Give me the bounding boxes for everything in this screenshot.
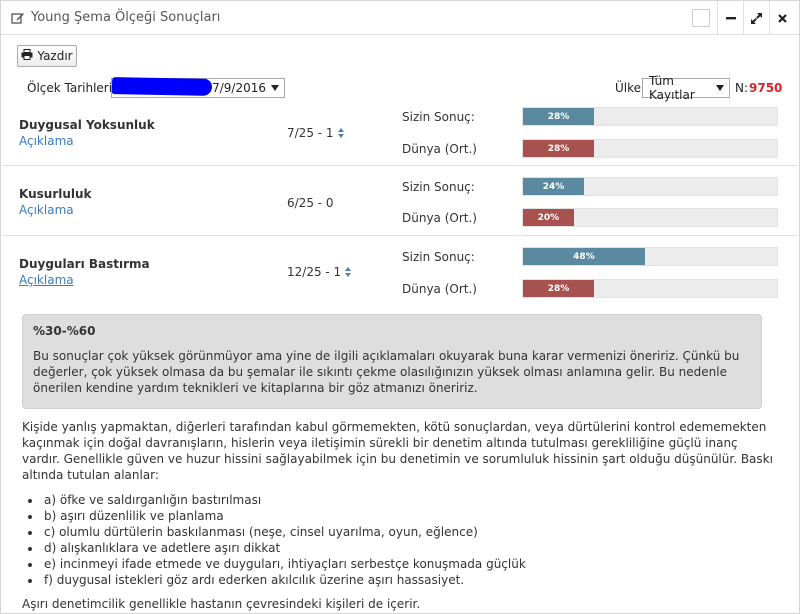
description-link[interactable]: Açıklama bbox=[19, 203, 74, 217]
your-result-fill: 24% bbox=[523, 178, 584, 195]
list-item: f) duygusal istekleri göz ardı ederken a… bbox=[42, 572, 777, 588]
world-avg-label: Dünya (Ort.) bbox=[402, 142, 477, 156]
world-avg-bar: 20% bbox=[522, 208, 778, 227]
close-icon[interactable] bbox=[769, 1, 795, 35]
your-result-label: Sizin Sonuç: bbox=[402, 110, 475, 124]
chevron-down-icon bbox=[716, 85, 724, 91]
chevron-down-icon bbox=[271, 85, 279, 91]
your-result-fill: 28% bbox=[523, 108, 595, 125]
score-text: 7/25 - 1 bbox=[287, 126, 334, 140]
world-avg-label: Dünya (Ort.) bbox=[402, 211, 477, 225]
print-button[interactable]: Yazdır bbox=[17, 45, 77, 67]
results-panel: Young Şema Ölçeği Sonuçları Yazdır Ölçek… bbox=[0, 0, 800, 614]
schema-title: Kusurluluk bbox=[19, 187, 92, 201]
your-result-label: Sizin Sonuç: bbox=[402, 180, 475, 194]
schema-score: 7/25 - 1 bbox=[287, 126, 345, 140]
expand-icon[interactable] bbox=[743, 1, 769, 35]
score-text: 6/25 - 0 bbox=[287, 196, 334, 210]
world-avg-bar: 28% bbox=[522, 139, 778, 158]
world-avg-fill: 28% bbox=[523, 140, 595, 157]
score-text: 12/25 - 1 bbox=[287, 265, 342, 279]
world-avg-fill: 28% bbox=[523, 280, 595, 297]
schema-score: 12/25 - 1 bbox=[287, 265, 352, 279]
n-label: N: bbox=[735, 81, 749, 95]
info-box: %30-%60 Bu sonuçlar çok yüksek görünmüyo… bbox=[22, 314, 762, 409]
sort-icon[interactable] bbox=[345, 266, 352, 278]
your-result-bar: 24% bbox=[522, 177, 778, 196]
world-avg-label: Dünya (Ort.) bbox=[402, 282, 477, 296]
your-result-bar: 28% bbox=[522, 107, 778, 126]
your-result-bar: 48% bbox=[522, 247, 778, 266]
sort-icon[interactable] bbox=[337, 127, 345, 139]
list-item: a) öfke ve saldırganlığın bastırılması bbox=[42, 492, 777, 508]
description-list: a) öfke ve saldırganlığın bastırılması b… bbox=[42, 492, 777, 588]
description-link[interactable]: Açıklama bbox=[19, 273, 74, 287]
schema-row: Duygusal Yoksunluk Açıklama 7/25 - 1 Siz… bbox=[2, 98, 798, 166]
schema-title: Duyguları Bastırma bbox=[19, 257, 150, 271]
date-value: - 7/9/2016 bbox=[203, 81, 266, 95]
description-intro: Kişide yanlış yapmaktan, diğerleri taraf… bbox=[22, 420, 773, 482]
description-link[interactable]: Açıklama bbox=[19, 134, 74, 148]
print-icon bbox=[21, 49, 33, 63]
list-item: e) incinmeyi ifade etmede ve duyguları, … bbox=[42, 556, 777, 572]
list-item: c) olumlu dürtülerin baskılanması (neşe,… bbox=[42, 524, 777, 540]
edit-icon bbox=[11, 11, 25, 25]
schema-title: Duygusal Yoksunluk bbox=[19, 118, 155, 132]
description-outro: Aşırı denetimcilik genellikle hastanın ç… bbox=[22, 597, 421, 611]
info-text: Bu sonuçlar çok yüksek görünmüyor ama yi… bbox=[33, 349, 740, 395]
minimize-icon[interactable] bbox=[717, 1, 743, 35]
panel-checkbox[interactable] bbox=[692, 9, 710, 27]
world-avg-fill: 20% bbox=[523, 209, 574, 226]
schema-row: Duyguları Bastırma Açıklama 12/25 - 1 Si… bbox=[2, 236, 798, 304]
schema-description: Kişide yanlış yapmaktan, diğerleri taraf… bbox=[22, 419, 777, 612]
your-result-label: Sizin Sonuç: bbox=[402, 250, 475, 264]
schema-score: 6/25 - 0 bbox=[287, 196, 334, 210]
n-count: 9750 bbox=[749, 81, 783, 95]
redaction-mark bbox=[111, 77, 213, 96]
print-label: Yazdır bbox=[37, 49, 73, 63]
list-item: d) alışkanlıklara ve adetlere aşırı dikk… bbox=[42, 540, 777, 556]
panel-title: Young Şema Ölçeği Sonuçları bbox=[11, 10, 220, 25]
panel-title-text: Young Şema Ölçeği Sonuçları bbox=[31, 10, 221, 25]
panel-header: Young Şema Ölçeği Sonuçları bbox=[1, 1, 799, 35]
schema-row: Kusurluluk Açıklama 6/25 - 0 Sizin Sonuç… bbox=[2, 166, 798, 236]
date-label: Ölçek Tarihleri : bbox=[27, 81, 120, 95]
world-avg-bar: 28% bbox=[522, 279, 778, 298]
country-label: Ülke bbox=[615, 81, 642, 95]
your-result-fill: 48% bbox=[523, 248, 645, 265]
info-range: %30-%60 bbox=[33, 324, 96, 338]
country-select[interactable]: Tüm Kayıtlar bbox=[642, 74, 730, 102]
list-item: b) aşırı düzenlilik ve planlama bbox=[42, 508, 777, 524]
